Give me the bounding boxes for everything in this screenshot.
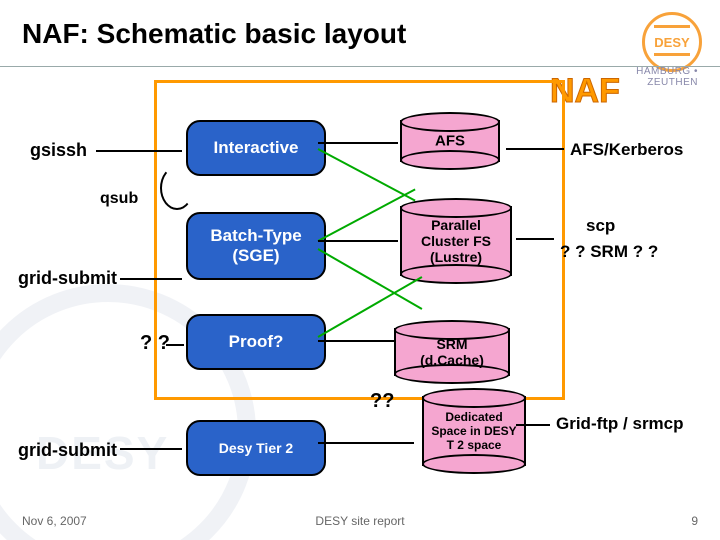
desy-logo: DESY — [642, 12, 702, 72]
title-divider — [0, 66, 720, 67]
logo-bar-bottom — [654, 53, 690, 56]
arrow-lustre-scp — [516, 238, 554, 240]
label-grid-submit-2: grid-submit — [18, 440, 117, 461]
cylinder-lustre: Parallel Cluster FS (Lustre) — [400, 198, 512, 284]
box-batch-sge: Batch-Type (SGE) — [186, 212, 326, 280]
box-proof: Proof? — [186, 314, 326, 370]
link-proof-srm — [318, 340, 394, 342]
logo-text: DESY — [654, 35, 689, 50]
cylinder-afs: AFS — [400, 112, 500, 170]
label-srm-qm: ? ? SRM ? ? — [560, 242, 658, 262]
cylinder-dedicated: Dedicated Space in DESY T 2 space — [422, 388, 526, 474]
box-desy-tier2: Desy Tier 2 — [186, 420, 326, 476]
cylinder-srm-label: SRM (d.Cache) — [394, 336, 510, 368]
link-batch-lustre — [318, 240, 398, 242]
footer-page-number: 9 — [691, 514, 698, 528]
arrow-afs-kerberos — [506, 148, 564, 150]
arrow-gsissh-interactive — [96, 150, 182, 152]
cylinder-afs-label: AFS — [400, 133, 500, 150]
label-qsub: qsub — [100, 190, 138, 208]
arrow-qq-proof — [166, 344, 184, 346]
label-scp: scp — [586, 216, 615, 236]
slide-title: NAF: Schematic basic layout — [22, 18, 406, 50]
logo-bar-top — [654, 25, 690, 28]
label-gridftp: Grid-ftp / srmcp — [556, 414, 684, 434]
curve-interactive-batch — [160, 166, 194, 210]
link-int-afs — [318, 142, 398, 144]
cylinder-lustre-label: Parallel Cluster FS (Lustre) — [400, 217, 512, 265]
label-grid-submit-1: grid-submit — [18, 268, 117, 289]
arrow-gridsubmit-tier2 — [120, 448, 182, 450]
cylinder-srm: SRM (d.Cache) — [394, 320, 510, 384]
cylinder-dedicated-label: Dedicated Space in DESY T 2 space — [422, 410, 526, 452]
arrow-gridsubmit-batch — [120, 278, 182, 280]
label-gsissh: gsissh — [30, 140, 87, 161]
label-afs-kerberos: AFS/Kerberos — [570, 140, 683, 160]
arrow-tier2-dedicated — [318, 442, 414, 444]
footer-center: DESY site report — [0, 514, 720, 528]
qmark-tier2-link-1: ?? — [370, 390, 394, 413]
box-interactive: Interactive — [186, 120, 326, 176]
locations-label: HAMBURG • ZEUTHEN — [636, 66, 698, 88]
